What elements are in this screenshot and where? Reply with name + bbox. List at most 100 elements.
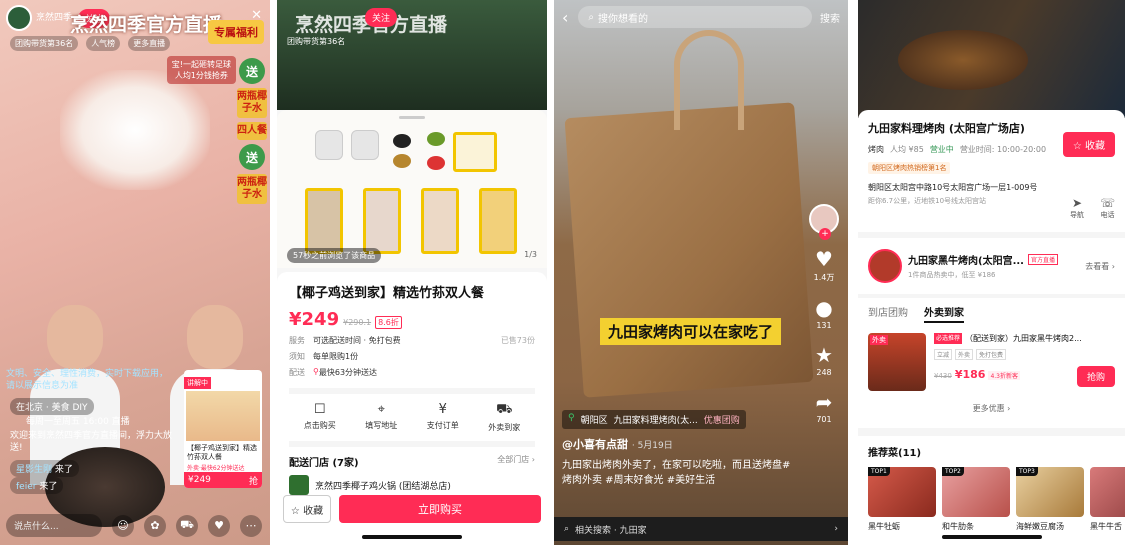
new-customer-tag: 4.3折新客 (988, 371, 1020, 380)
drag-handle[interactable] (399, 116, 425, 119)
collage: 烹然四季 关注 烹然四季官方直播 专属福利 ✕ 团购带货第36名 人气榜 更多直… (0, 0, 1125, 545)
top-badge: TOP2 (942, 467, 964, 476)
send-badge[interactable]: 送 (239, 144, 265, 170)
recommend-title: 推荐菜(11) (868, 448, 922, 459)
deal-tag: 免打包费 (976, 349, 1007, 360)
favorite-button[interactable]: ★ 248 (815, 344, 833, 377)
bag-handle-image (674, 30, 744, 130)
sauce-bowl (393, 134, 411, 148)
dish-name: 黑牛牛舌 (1090, 522, 1122, 531)
search-placeholder: 搜你想看的 (598, 13, 649, 25)
more-streams-badge[interactable]: 更多直播 (128, 36, 171, 51)
comment-input[interactable]: 说点什么... (6, 514, 102, 537)
gift-coconut[interactable]: 两瓶椰子水 (237, 174, 267, 204)
dish-image: TOP2 (942, 467, 1010, 517)
tab-delivery[interactable]: 外卖到家 (924, 304, 964, 323)
cart-icon[interactable]: ⛟ (176, 514, 198, 537)
dish-card[interactable]: 黑牛牛舌 (1090, 467, 1125, 532)
back-icon[interactable]: ‹ (562, 8, 568, 27)
delivery-time: 外卖·最快62分钟送达 (187, 465, 245, 472)
step-label: 支付订单 (426, 421, 459, 430)
food-tray (421, 188, 459, 254)
stream-badges: 团购带货第36名 人气榜 更多直播 (10, 36, 171, 51)
deal-image-tag: 外卖 (870, 335, 888, 345)
gift-box-icon[interactable]: ✿ (144, 514, 166, 537)
call-button[interactable]: ☏ 电话 (1100, 196, 1115, 220)
all-stores-link[interactable]: 全部门店 › (497, 454, 535, 469)
chat-text: 来了 (54, 465, 73, 475)
dish-image: TOP1 (868, 467, 936, 517)
navigate-button[interactable]: ➤ 导航 (1070, 196, 1084, 220)
buy-now-button[interactable]: 立即购买 (339, 495, 541, 523)
rank-badge[interactable]: 团购带货第36名 (10, 36, 79, 51)
share-button[interactable]: ➦ 701 (816, 391, 833, 424)
phone-icon: ☏ (1099, 196, 1115, 210)
grab-button[interactable]: 抢购 (1076, 366, 1115, 387)
dish-card[interactable]: TOP1 黑牛牡蛎 (868, 467, 936, 532)
navigate-label: 导航 (1069, 211, 1084, 219)
popularity-badge[interactable]: 人气榜 (86, 36, 121, 51)
deal-item[interactable]: 外卖 必选推荐 （配送到家）九田家黑牛烤肉2... 立减 外卖 免打包费 ¥430… (868, 333, 1115, 391)
recommended-dishes: 推荐菜(11) TOP1 黑牛牡蛎 TOP2 和牛肋条 TOP3 海鲜嫩豆腐汤 黑牛牛… (858, 436, 1125, 545)
price-row: ¥249 ¥290.1 8.6折 (289, 309, 535, 330)
viewed-notice: 57秒之前浏览了该商品 (287, 248, 382, 263)
location-tag[interactable]: ⚲ 朝阳区 九田家料理烤肉(太... 优惠团购 (562, 410, 746, 429)
food-tray (305, 188, 343, 254)
like-button[interactable]: ♥ 1.4万 (814, 248, 835, 283)
grab-button[interactable]: ¥249 抢 (184, 472, 262, 488)
dish-card[interactable]: TOP2 和牛肋条 (942, 467, 1010, 532)
product-photo[interactable] (277, 110, 547, 268)
favorite-button[interactable]: ☆ 收藏 (283, 495, 331, 523)
present-icon[interactable]: ♥ (208, 514, 230, 537)
store-item[interactable]: 烹然四季椰子鸡火锅 (团结湖总店) (289, 475, 535, 495)
gift-coconut[interactable]: 两瓶椰子水 (237, 88, 267, 118)
close-icon[interactable]: ✕ (251, 8, 262, 23)
host-avatar[interactable] (6, 5, 32, 31)
notice-row: 须知 每单限购1份 (289, 351, 535, 362)
food-image (898, 30, 1028, 90)
post-date: · 5月19日 (631, 441, 673, 451)
exclusive-badge[interactable]: 专属福利 (208, 20, 264, 44)
search-input[interactable]: ⌕ 搜你想看的 (578, 6, 812, 28)
stream-preview[interactable]: 烹然四季官方直播 关注 团购带货第36名 (277, 0, 547, 110)
comment-count: 131 (816, 321, 832, 330)
tab-in-store[interactable]: 到店团购 (868, 304, 908, 323)
search-icon: ⌕ (588, 11, 595, 23)
dish-name: 海鲜嫩豆腐汤 (1016, 522, 1064, 531)
delivery-row: 配送 ⚲ 最快63分钟送达 (289, 367, 535, 378)
card-price: ¥249 (188, 475, 211, 485)
compliance-notice: 文明、安全、理性消费，实时下载应用，请以展示信息为准 (6, 369, 169, 391)
location-icon: ⌖ (377, 402, 385, 417)
receipt-icon: ☐ (313, 402, 326, 417)
dish-card[interactable]: TOP3 海鲜嫩豆腐汤 (1016, 467, 1084, 532)
search-button[interactable]: 搜索 (820, 10, 840, 25)
live-tag: 官方直播 (1027, 254, 1058, 265)
favorite-button[interactable]: ☆ 收藏 (1062, 132, 1115, 157)
livestream-panel: 烹然四季 关注 烹然四季官方直播 专属福利 ✕ 团购带货第36名 人气榜 更多直… (0, 0, 270, 545)
chat-message: 星影生刚 来了 (10, 460, 79, 477)
rank-badge[interactable]: 朝阳区烤肉热销榜第1名 (868, 162, 951, 174)
paper-bag-image (564, 102, 814, 398)
more-deals-link[interactable]: 更多优惠 › (868, 403, 1115, 414)
more-icon[interactable]: ⋯ (240, 514, 262, 537)
shop-row[interactable]: 九田家黑牛烤肉(太阳宫... 官方直播 1件商品热卖中，低至 ¥186 去看看 › (858, 238, 1125, 294)
product-panel: 烹然四季官方直播 关注 团购带货第36名 57秒之前浏览了该商品 1/3 【椰子… (277, 0, 547, 545)
send-badge[interactable]: 送 (239, 58, 265, 84)
product-name: 【椰子鸡送到家】精选竹荪双人餐 (289, 286, 485, 301)
store-hero-image[interactable] (858, 0, 1125, 118)
schedule-text: 每周一至周五 16:00 直播 (26, 417, 130, 427)
emoji-icon[interactable]: ☺ (112, 514, 134, 537)
gift-meal[interactable]: 四人餐 (237, 122, 267, 140)
author-line[interactable]: @小喜有点甜 · 5月19日 (562, 436, 673, 452)
location-tag[interactable]: 在北京 · 美食 DIY (10, 398, 94, 415)
top-badge: TOP1 (868, 467, 890, 476)
comment-button[interactable]: ● 131 (815, 297, 832, 330)
chat-user: 星影生刚 (16, 465, 53, 475)
follow-button[interactable]: 关注 (365, 8, 398, 27)
product-card[interactable]: 讲解中 【椰子鸡送到家】精选竹荪双人餐 外卖·最快62分钟送达 ¥249 抢 (184, 370, 262, 488)
view-shop-link[interactable]: 去看看 › (1085, 261, 1115, 272)
promo-banner[interactable]: 宝!一起砸转足球 人均1分钱抢券 (166, 56, 236, 84)
follow-plus-icon[interactable]: + (819, 228, 831, 240)
author-avatar[interactable]: + (809, 204, 839, 240)
related-search-bar[interactable]: ⌕ 相关搜索 · 九田家 › (554, 517, 848, 541)
